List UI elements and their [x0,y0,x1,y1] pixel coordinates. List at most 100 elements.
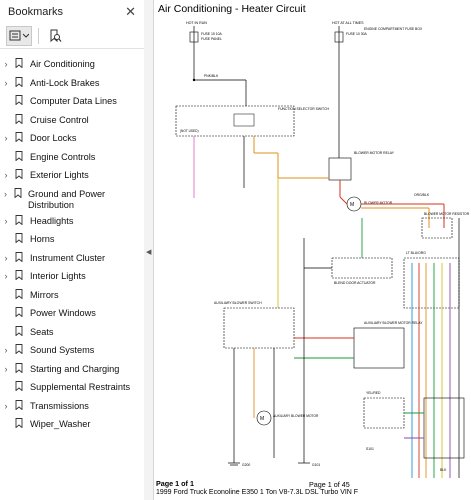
bookmark-item[interactable]: Power Windows [0,304,144,323]
fuse-panel-block: HOT IN RUN FUSE 15 10A FUSE PANEL [186,21,222,48]
bookmark-item[interactable]: › Interior Lights [0,267,144,286]
chevron-right-icon[interactable]: › [0,185,11,203]
bookmark-ribbon-icon [12,212,26,225]
bookmark-label: Supplemental Restraints [30,382,131,392]
bookmarks-title: Bookmarks [8,6,64,18]
bookmark-label: Interior Lights [30,271,86,281]
bookmark-item[interactable]: › Transmissions [0,397,144,416]
bookmark-ribbon-icon [12,415,26,428]
toolbar-separator [38,28,39,44]
svg-text:M: M [260,416,264,422]
aux-blower-switch-box [223,307,295,349]
page-footer-vehicle: 1999 Ford Truck Econoline E350 1 Ton V8-… [156,489,359,496]
bookmark-label: Starting and Charging [30,363,120,374]
blend-door-label: BLEND DOOR ACTUATOR [334,281,376,285]
chevron-right-icon[interactable]: › [0,267,12,285]
bookmark-label: Cruise Control [30,114,89,125]
bookmark-label: Headlights [30,215,74,226]
bookmark-ribbon-icon [12,360,26,373]
chevron-right-icon[interactable]: › [0,74,12,92]
aux-motor-label: AUXILIARY BLOWER MOTOR [273,414,319,418]
chevron-right-icon[interactable]: › [0,397,12,415]
blower-resistor-label: BLOWER MOTOR RESISTOR [424,212,470,216]
bookmark-item[interactable]: Supplemental Restraints [0,378,144,397]
wire-blk-label: BLK [440,468,447,472]
bookmark-item[interactable]: Horns [0,230,144,249]
bookmark-ribbon-icon [12,92,26,105]
bookmark-item[interactable]: › Headlights [0,212,144,231]
splice-s101-label: S101 [366,447,374,451]
bookmark-label: Door Locks [30,133,77,143]
find-bookmark-icon [50,29,62,43]
page-footer-center: Page 1 of 45 [309,480,350,489]
bookmark-label: Mirrors [30,289,59,300]
ground-g101-label: G101 [312,463,320,467]
chevron-right-icon[interactable]: › [0,166,12,184]
chevron-right-icon[interactable]: › [0,360,12,378]
bookmarks-header: Bookmarks ✕ [0,0,144,24]
aux-relay-label: AUXILIARY BLOWER MOTOR RELAY [364,321,423,325]
bookmark-ribbon-icon [12,323,26,336]
wire-orgblk-label: ORG/BLK [414,193,430,197]
blend-door-box [331,257,393,279]
ground-g200-label: G200 [242,463,250,467]
bookmark-item[interactable]: Wiper_Washer [0,415,144,434]
bookmark-label: Anti-Lock Brakes [30,77,100,88]
bookmark-label: Seats [30,326,54,337]
wiring-diagram: HOT IN RUN FUSE 15 10A FUSE PANEL HOT AT… [175,21,470,478]
bookmarks-panel: Bookmarks ✕ › Air Conditioning › Anti-Lock … [0,0,145,500]
fuse-10-label: FUSE 10 30A [346,32,367,36]
bookmark-item[interactable]: Engine Controls [0,148,144,167]
bookmark-label: Ground and Power Distribution [28,188,106,211]
bookmark-item[interactable]: › Air Conditioning [0,55,144,74]
bookmark-ribbon-icon [12,267,26,280]
engine-fuse-block: HOT AT ALL TIMES FUSE 10 30A ENGINE COMP… [332,21,423,48]
engine-fuse-box-label: ENGINE COMPARTMENT FUSE BOX [364,27,423,31]
bookmark-label: Transmissions [30,400,89,411]
bookmark-item[interactable]: › Instrument Cluster [0,249,144,268]
panel-splitter[interactable]: ◀ [144,0,154,500]
bookmark-options-button[interactable] [6,26,32,46]
bookmark-ribbon-icon [11,185,24,198]
wire-pnkblk-label: PNK/BLK [204,74,219,78]
hot-in-run-label: HOT IN RUN [186,21,207,25]
bookmark-ribbon-icon [12,74,26,87]
bookmark-label: Power Windows [30,308,96,318]
collapse-arrow-icon[interactable]: ◀ [146,248,151,256]
bookmark-label: Horns [30,234,55,244]
bookmark-ribbon-icon [12,55,26,68]
bookmark-item[interactable]: › Starting and Charging [0,360,144,379]
document-view: Air Conditioning - Heater Circuit HOT IN… [154,0,471,500]
not-used-label: (NOT USED) [180,129,199,133]
bookmark-ribbon-icon [12,166,26,179]
chevron-right-icon[interactable]: › [0,212,12,230]
bookmark-item[interactable]: Computer Data Lines [0,92,144,111]
bookmark-ribbon-icon [12,148,26,161]
bookmark-item[interactable]: › Anti-Lock Brakes [0,74,144,93]
bookmark-item[interactable]: › Exterior Lights [0,166,144,185]
chevron-right-icon[interactable]: › [0,55,12,73]
chevron-right-icon[interactable]: › [0,249,12,267]
bookmark-label: Air Conditioning [30,59,95,69]
bookmark-list: › Air Conditioning › Anti-Lock Brakes Comput… [0,49,144,434]
bookmark-label: Computer Data Lines [30,96,117,106]
aux-switch-label: AUXILIARY BLOWER SWITCH [214,301,262,305]
chevron-right-icon[interactable]: › [0,129,12,147]
bookmark-ribbon-icon [12,230,26,243]
bookmark-item[interactable]: Cruise Control [0,111,144,130]
close-icon[interactable]: ✕ [125,4,136,20]
fuse-15-label: FUSE 15 10A [201,32,222,36]
bookmark-item[interactable]: › Sound Systems [0,341,144,360]
chevron-right-icon[interactable]: › [0,341,12,359]
hot-at-all-times-label: HOT AT ALL TIMES [332,21,364,25]
bookmark-label: Wiper_Washer [30,419,91,429]
bookmark-item[interactable]: Seats [0,323,144,342]
bookmark-label: Exterior Lights [30,170,89,180]
bookmark-item[interactable]: › Door Locks [0,129,144,148]
blower-relay-box [328,157,352,181]
find-bookmark-button[interactable] [45,26,65,46]
bookmark-ribbon-icon [12,397,26,410]
bookmark-item[interactable]: Mirrors [0,286,144,305]
bookmark-item[interactable]: › Ground and Power Distribution [0,185,144,212]
function-selector-label: FUNCTION SELECTOR SWITCH [278,107,330,111]
